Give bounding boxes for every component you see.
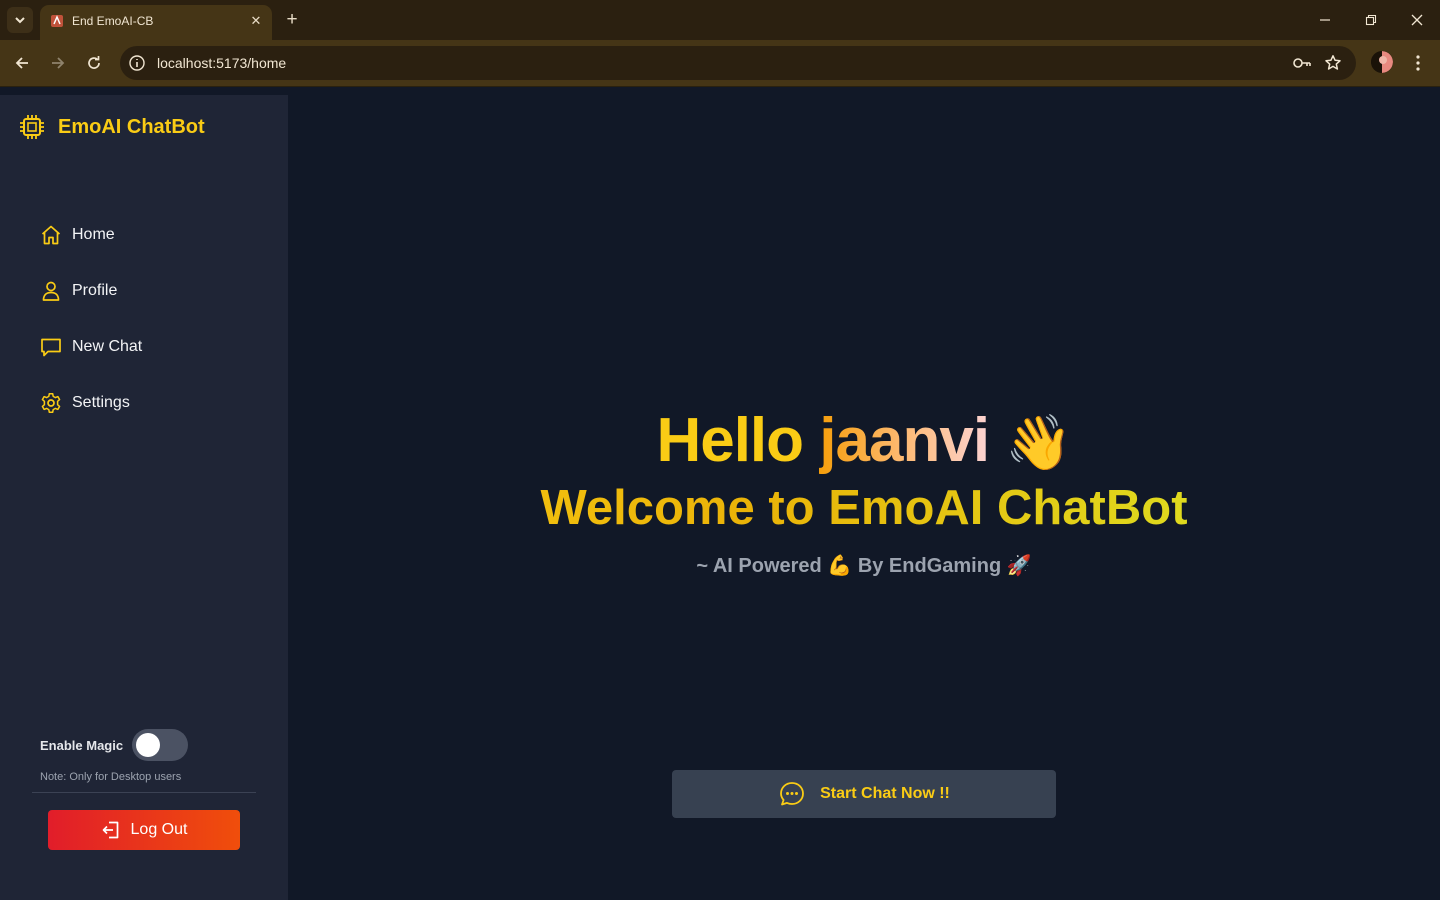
avatar-icon <box>1371 51 1393 73</box>
new-tab-button[interactable]: + <box>282 10 302 30</box>
nav-item-label: New Chat <box>72 338 143 355</box>
magic-toggle-row: Enable Magic <box>40 729 189 761</box>
reload-icon <box>88 56 100 69</box>
welcome-heading: Welcome to EmoAI ChatBot <box>288 480 1440 536</box>
minimize-button[interactable] <box>1313 8 1337 32</box>
browser-menu-button[interactable] <box>1408 52 1428 74</box>
arrow-left-icon <box>15 57 28 69</box>
home-icon <box>41 225 61 245</box>
favicon-icon <box>51 15 63 27</box>
brand-name: EmoAI ChatBot <box>58 115 205 138</box>
toggle-knob <box>136 733 161 757</box>
chevron-down-icon <box>15 17 25 24</box>
tab-search-button[interactable] <box>7 7 33 33</box>
username: jaanvi <box>819 406 990 475</box>
profile-avatar[interactable] <box>1371 51 1393 73</box>
reload-button[interactable] <box>81 50 107 76</box>
greeting-word: Hello <box>656 406 804 475</box>
muscle-icon: 💪 <box>827 555 853 577</box>
address-bar[interactable]: localhost:5173/home <box>120 46 1356 80</box>
logout-icon <box>102 821 118 839</box>
brand[interactable]: EmoAI ChatBot <box>18 113 205 141</box>
logout-label: Log Out <box>130 821 188 838</box>
minimize-icon <box>1320 19 1330 21</box>
key-icon[interactable] <box>1292 54 1312 72</box>
nav-item-new-chat[interactable]: New Chat <box>40 333 142 361</box>
close-window-button[interactable] <box>1405 8 1429 32</box>
browser-toolbar: localhost:5173/home <box>0 40 1440 87</box>
nav-item-profile[interactable]: Profile <box>40 277 117 305</box>
restore-button[interactable] <box>1359 8 1383 32</box>
magic-note: Note: Only for Desktop users <box>40 771 182 783</box>
tab-title: End EmoAI-CB <box>72 14 154 28</box>
greeting-heading: Hello jaanvi 👋 <box>288 405 1440 476</box>
close-tab-icon[interactable]: ✕ <box>248 13 264 29</box>
gear-icon <box>41 393 61 413</box>
main-content: Hello jaanvi 👋 Welcome to EmoAI ChatBot … <box>288 87 1440 900</box>
user-icon <box>42 281 60 301</box>
wave-icon: 👋 <box>1005 413 1072 473</box>
magic-toggle[interactable] <box>132 729 189 761</box>
nav-item-settings[interactable]: Settings <box>40 389 130 417</box>
close-icon <box>1411 14 1423 26</box>
forward-button[interactable] <box>45 50 71 76</box>
sidebar: EmoAI ChatBot Home Profile New Chat Sett… <box>0 95 288 900</box>
magic-toggle-label: Enable Magic <box>40 737 124 753</box>
restore-icon <box>1365 14 1377 26</box>
logout-button[interactable]: Log Out <box>48 810 240 850</box>
site-info-icon[interactable] <box>128 54 146 72</box>
bookmark-star-icon[interactable] <box>1324 54 1342 72</box>
nav-item-label: Settings <box>72 394 130 411</box>
chat-dots-icon <box>780 782 805 806</box>
rocket-icon: 🚀 <box>1006 555 1032 577</box>
cpu-chip-icon <box>20 115 44 139</box>
browser-tab-bar: End EmoAI-CB ✕ + <box>0 0 1440 40</box>
start-chat-label: Start Chat Now !! <box>820 785 950 802</box>
url-text: localhost:5173/home <box>157 55 287 71</box>
arrow-right-icon <box>52 57 65 69</box>
nav-item-label: Profile <box>72 282 118 299</box>
back-button[interactable] <box>9 50 35 76</box>
divider <box>32 792 256 793</box>
more-vertical-icon <box>1416 55 1420 71</box>
start-chat-button[interactable]: Start Chat Now !! <box>672 770 1056 818</box>
chat-bubble-icon <box>41 338 61 357</box>
tagline-part-2: By EndGaming <box>857 555 1002 577</box>
nav-item-label: Home <box>72 226 115 243</box>
tagline: ~ AI Powered 💪 By EndGaming 🚀 <box>288 553 1440 578</box>
tagline-part-1: ~ AI Powered <box>696 555 822 577</box>
browser-tab[interactable]: End EmoAI-CB ✕ <box>40 5 272 40</box>
nav-item-home[interactable]: Home <box>40 221 115 249</box>
